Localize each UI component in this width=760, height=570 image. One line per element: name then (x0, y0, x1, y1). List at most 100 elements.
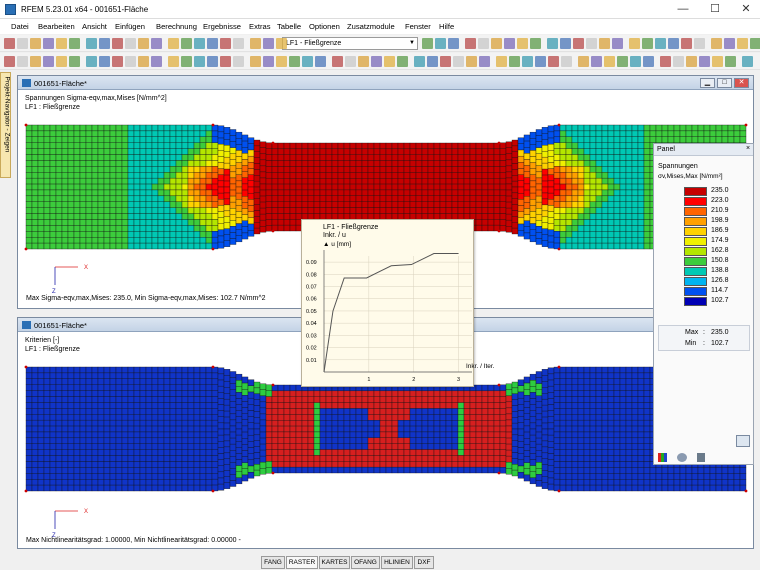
menu-ansicht[interactable]: Ansicht (82, 22, 107, 31)
loadcase-combo[interactable]: LF1 - Fließgrenze ▼ (282, 37, 418, 50)
minimize-button[interactable]: — (672, 2, 694, 17)
toolbar-tool-icon[interactable] (138, 56, 149, 67)
panel-close-icon[interactable]: × (746, 145, 750, 152)
toolbar-tool-icon[interactable] (737, 38, 748, 49)
toolbar-tool-icon[interactable] (686, 56, 697, 67)
navigator-tab[interactable]: Projekt-Navigator - Zeigen (0, 72, 11, 178)
menu-ergebnisse[interactable]: Ergebnisse (203, 22, 241, 31)
toolbar-tool-icon[interactable] (151, 56, 162, 67)
node-point[interactable] (211, 365, 215, 369)
menu-zusatzmodule[interactable]: Zusatzmodule (347, 22, 395, 31)
toolbar-tool-icon[interactable] (517, 38, 528, 49)
toolbar-tool-icon[interactable] (604, 56, 615, 67)
toolbar-tool-icon[interactable] (86, 38, 97, 49)
toolbar-tool-icon[interactable] (220, 56, 231, 67)
toolbar-tool-icon[interactable] (655, 38, 666, 49)
toolbar-tool-icon[interactable] (151, 38, 162, 49)
colors-icon[interactable] (658, 453, 667, 462)
toolbar-tool-icon[interactable] (712, 56, 723, 67)
toolbar-tool-icon[interactable] (289, 56, 300, 67)
toolbar-tool-icon[interactable] (30, 56, 41, 67)
toolbar-tool-icon[interactable] (561, 56, 572, 67)
node-point[interactable] (497, 141, 501, 145)
node-point[interactable] (557, 247, 561, 251)
toolbar-tool-icon[interactable] (630, 56, 641, 67)
toolbar-tool-icon[interactable] (547, 38, 558, 49)
eye-icon[interactable] (677, 453, 687, 462)
toolbar-tool-icon[interactable] (56, 38, 67, 49)
menu-tabelle[interactable]: Tabelle (277, 22, 301, 31)
toolbar-tool-icon[interactable] (440, 56, 451, 67)
menu-extras[interactable]: Extras (249, 22, 271, 31)
node-point[interactable] (271, 471, 275, 475)
toolbar-tool-icon[interactable] (673, 56, 684, 67)
toolbar-tool-icon[interactable] (4, 38, 15, 49)
toolbar-tool-icon[interactable] (86, 56, 97, 67)
node-point[interactable] (744, 123, 748, 127)
toolbar-tool-icon[interactable] (711, 38, 722, 49)
status-raster[interactable]: RASTER (286, 556, 318, 569)
toolbar-tool-icon[interactable] (586, 38, 597, 49)
toolbar-tool-icon[interactable] (315, 56, 326, 67)
toolbar-tool-icon[interactable] (478, 38, 489, 49)
node-point[interactable] (497, 383, 501, 387)
status-dxf[interactable]: DXF (414, 556, 434, 569)
toolbar-tool-icon[interactable] (466, 56, 477, 67)
toolbar-tool-icon[interactable] (479, 56, 490, 67)
toolbar-tool-icon[interactable] (345, 56, 356, 67)
toolbar-tool-icon[interactable] (276, 38, 287, 49)
toolbar-tool-icon[interactable] (207, 38, 218, 49)
toolbar-tool-icon[interactable] (168, 38, 179, 49)
toolbar-tool-icon[interactable] (643, 56, 654, 67)
toolbar-tool-icon[interactable] (207, 56, 218, 67)
node-point[interactable] (744, 489, 748, 493)
node-point[interactable] (211, 123, 215, 127)
toolbar-tool-icon[interactable] (181, 56, 192, 67)
toolbar-tool-icon[interactable] (358, 56, 369, 67)
toolbar-tool-icon[interactable] (750, 38, 760, 49)
toolbar-tool-icon[interactable] (168, 56, 179, 67)
node-point[interactable] (24, 489, 28, 493)
status-kartes[interactable]: KARTES (319, 556, 350, 569)
toolbar-tool-icon[interactable] (397, 56, 408, 67)
toolbar-tool-icon[interactable] (591, 56, 602, 67)
filter-icon[interactable] (697, 453, 705, 462)
toolbar-tool-icon[interactable] (69, 56, 80, 67)
toolbar-tool-icon[interactable] (43, 56, 54, 67)
toolbar-tool-icon[interactable] (194, 56, 205, 67)
toolbar-tool-icon[interactable] (668, 38, 679, 49)
toolbar-tool-icon[interactable] (276, 56, 287, 67)
toolbar-tool-icon[interactable] (522, 56, 533, 67)
toolbar-tool-icon[interactable] (660, 56, 671, 67)
status-hlinien[interactable]: HLINIEN (381, 556, 413, 569)
toolbar-tool-icon[interactable] (694, 38, 705, 49)
toolbar-tool-icon[interactable] (112, 56, 123, 67)
toolbar-tool-icon[interactable] (642, 38, 653, 49)
toolbar-tool-icon[interactable] (535, 56, 546, 67)
menu-hilfe[interactable]: Hilfe (439, 22, 454, 31)
menu-datei[interactable]: Datei (11, 22, 29, 31)
toolbar-tool-icon[interactable] (181, 38, 192, 49)
toolbar-tool-icon[interactable] (509, 56, 520, 67)
node-point[interactable] (211, 489, 215, 493)
toolbar-tool-icon[interactable] (302, 56, 313, 67)
node-point[interactable] (557, 123, 561, 127)
node-point[interactable] (497, 229, 501, 233)
toolbar-tool-icon[interactable] (69, 38, 80, 49)
toolbar-tool-icon[interactable] (699, 56, 710, 67)
toolbar-tool-icon[interactable] (4, 56, 15, 67)
node-point[interactable] (24, 365, 28, 369)
toolbar-tool-icon[interactable] (263, 38, 274, 49)
toolbar-tool-icon[interactable] (263, 56, 274, 67)
toolbar-tool-icon[interactable] (56, 56, 67, 67)
zoom-icon[interactable] (736, 435, 750, 447)
toolbar-tool-icon[interactable] (371, 56, 382, 67)
toolbar-tool-icon[interactable] (724, 38, 735, 49)
node-point[interactable] (24, 247, 28, 251)
toolbar-tool-icon[interactable] (422, 38, 433, 49)
toolbar-tool-icon[interactable] (384, 56, 395, 67)
node-point[interactable] (497, 471, 501, 475)
toolbar-tool-icon[interactable] (578, 56, 589, 67)
status-fang[interactable]: FANG (261, 556, 285, 569)
maximize-button[interactable]: ☐ (704, 2, 726, 17)
